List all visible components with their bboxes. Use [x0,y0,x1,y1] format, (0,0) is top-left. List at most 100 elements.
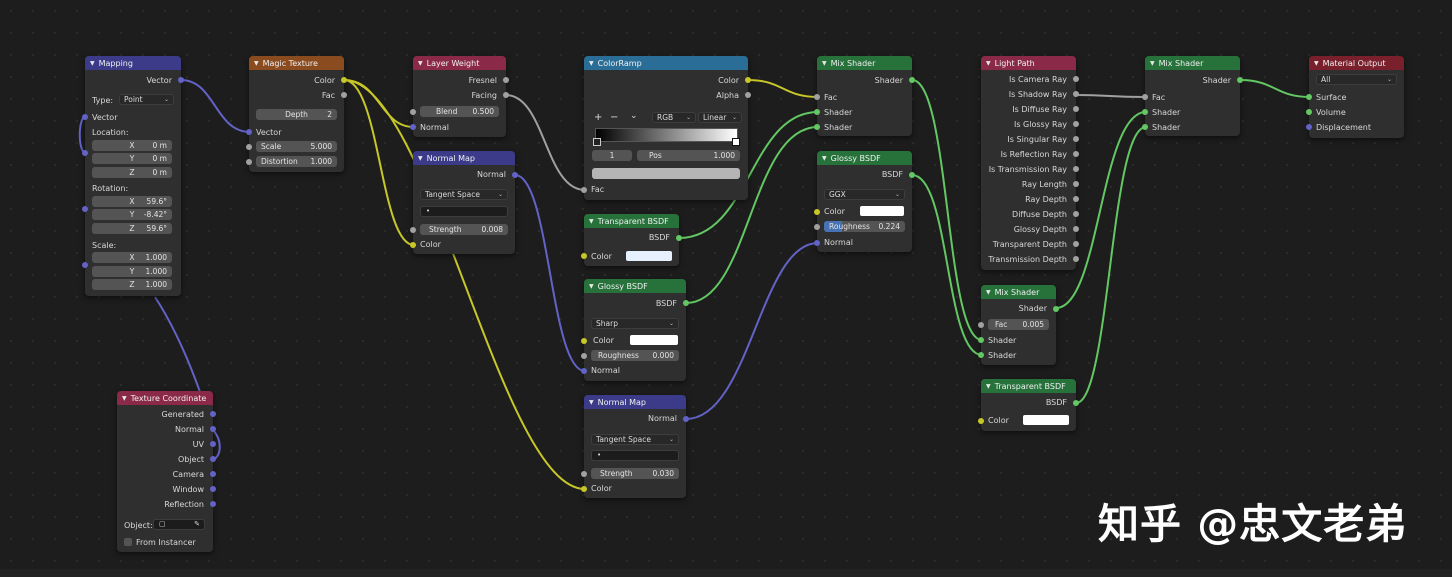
stop-color-swatch[interactable] [592,168,740,179]
uv-map-field[interactable]: • [420,206,508,217]
output-socket[interactable] [1073,121,1079,127]
output-bsdf-socket[interactable] [676,235,682,241]
location-socket[interactable] [82,150,88,156]
color-ramp-gradient[interactable] [595,128,738,142]
glossy-bsdf-node[interactable]: ▼ Glossy BSDF BSDF Sharp ⌄ Color Roughness… [581,279,689,381]
magic-texture-header[interactable]: ▼ Magic Texture [249,56,344,70]
strength-socket[interactable] [410,227,416,233]
input-shader-b-socket[interactable] [814,124,820,130]
collapse-chevron-icon[interactable]: ▼ [90,60,95,67]
glossy-bsdf-node[interactable]: ▼ Glossy BSDF BSDF GGX ⌄ Color Roughness 0.… [814,151,915,252]
rotation-y-field[interactable]: Y -8.42° [92,209,172,220]
collapse-chevron-icon[interactable]: ▼ [986,60,991,67]
output-socket[interactable] [1073,226,1079,232]
input-shader-a-socket[interactable] [1142,109,1148,115]
input-fac-socket[interactable] [1142,94,1148,100]
collapse-chevron-icon[interactable]: ▼ [822,60,827,67]
input-displacement-socket[interactable] [1306,124,1312,130]
collapse-chevron-icon[interactable]: ▼ [1150,60,1155,67]
space-dropdown[interactable]: Tangent Space ⌄ [420,189,508,200]
fac-field[interactable]: Fac 0.005 [988,319,1049,330]
ramp-menu-button[interactable]: ⌄ [630,111,638,121]
stop-position-field[interactable]: Pos 1.000 [637,150,740,161]
light-path-header[interactable]: ▼ Light Path [981,56,1076,70]
output-socket[interactable] [210,441,216,447]
output-socket[interactable] [1073,76,1079,82]
space-dropdown[interactable]: Tangent Space ⌄ [591,434,679,445]
output-shader-socket[interactable] [1237,77,1243,83]
glossy-bsdf-header[interactable]: ▼ Glossy BSDF [817,151,912,165]
color-ramp-header[interactable]: ▼ ColorRamp [584,56,748,70]
collapse-chevron-icon[interactable]: ▼ [589,399,594,406]
input-shader-a-socket[interactable] [978,337,984,343]
rotation-x-field[interactable]: X 59.6° [92,196,172,207]
output-socket[interactable] [1073,106,1079,112]
output-color-socket[interactable] [745,77,751,83]
mapping-header[interactable]: ▼ Mapping [85,56,181,70]
input-color-socket[interactable] [410,242,416,248]
mix-shader-node[interactable]: ▼ Mix Shader Shader Fac 0.005 Shader Shade… [978,285,1059,365]
transparent-bsdf-node[interactable]: ▼ Transparent BSDF BSDF Color [581,214,682,266]
input-normal-socket[interactable] [410,124,416,130]
output-socket[interactable] [1073,211,1079,217]
input-color-socket[interactable] [814,209,820,215]
render-target-dropdown[interactable]: All ⌄ [1316,74,1397,85]
ramp-stop-black[interactable] [593,138,601,146]
output-socket[interactable] [1073,166,1079,172]
output-socket[interactable] [1073,136,1079,142]
roughness-field[interactable]: Roughness 0.000 [591,350,679,361]
location-z-field[interactable]: Z0 m [92,167,172,178]
output-bsdf-socket[interactable] [1073,400,1079,406]
scale-x-field[interactable]: X 1.000 [92,252,172,263]
color-ramp-node[interactable]: ▼ ColorRamp Color Alpha + − ⌄ RGB ⌄ Linear… [581,56,751,200]
output-shader-socket[interactable] [909,77,915,83]
from-instancer-checkbox[interactable] [124,538,132,546]
distortion-field[interactable]: Distortion 1.000 [256,156,337,167]
layer-weight-header[interactable]: ▼ Layer Weight [413,56,506,70]
output-shader-socket[interactable] [1053,306,1059,312]
input-shader-b-socket[interactable] [1142,124,1148,130]
normal-map-header[interactable]: ▼ Normal Map [584,395,686,409]
mapping-node[interactable]: ▼ Mapping Vector Type: Point ⌄ Vector Loca… [82,56,184,296]
color-swatch[interactable] [1023,415,1069,425]
mix-shader-header[interactable]: ▼ Mix Shader [1145,56,1240,70]
location-x-field[interactable]: X0 m [92,140,172,151]
input-volume-socket[interactable] [1306,109,1312,115]
output-alpha-socket[interactable] [745,92,751,98]
collapse-chevron-icon[interactable]: ▼ [589,218,594,225]
material-output-node[interactable]: ▼ Material Output All ⌄ Surface Volume Dis… [1306,56,1404,138]
output-socket[interactable] [210,411,216,417]
scale-z-field[interactable]: Z 1.000 [92,279,172,290]
output-fresnel-socket[interactable] [503,77,509,83]
add-stop-button[interactable]: + [594,112,602,123]
color-swatch[interactable] [860,206,904,216]
color-swatch[interactable] [630,335,678,345]
stop-index-field[interactable]: 1 [592,150,632,161]
collapse-chevron-icon[interactable]: ▼ [589,60,594,67]
distribution-dropdown[interactable]: Sharp ⌄ [591,318,679,329]
remove-stop-button[interactable]: − [610,112,618,123]
color-mode-dropdown[interactable]: RGB ⌄ [652,112,696,123]
output-bsdf-socket[interactable] [683,300,689,306]
scale-socket[interactable] [246,144,252,150]
collapse-chevron-icon[interactable]: ▼ [418,155,423,162]
mix-shader-node[interactable]: ▼ Mix Shader Shader Fac Shader Shader [814,56,915,136]
transparent-bsdf-header[interactable]: ▼ Transparent BSDF [981,379,1076,393]
output-socket[interactable] [1073,181,1079,187]
rotation-socket[interactable] [82,206,88,212]
scale-socket[interactable] [82,262,88,268]
roughness-socket[interactable] [581,353,587,359]
collapse-chevron-icon[interactable]: ▼ [589,283,594,290]
roughness-socket[interactable] [814,224,820,230]
mix-shader-header[interactable]: ▼ Mix Shader [981,285,1056,299]
layer-weight-node[interactable]: ▼ Layer Weight Fresnel Facing Blend 0.500 … [410,56,509,137]
material-output-header[interactable]: ▼ Material Output [1309,56,1404,70]
interpolation-dropdown[interactable]: Linear ⌄ [698,112,742,123]
texture-coordinate-node[interactable]: ▼ Texture Coordinate Generated Normal UV … [117,391,216,552]
normal-map-node[interactable]: ▼ Normal Map Normal Tangent Space ⌄ • Stre… [581,395,689,498]
input-normal-socket[interactable] [814,240,820,246]
collapse-chevron-icon[interactable]: ▼ [822,155,827,162]
strength-field[interactable]: Strength 0.030 [591,468,679,479]
output-normal-socket[interactable] [512,172,518,178]
output-fac-socket[interactable] [341,92,347,98]
